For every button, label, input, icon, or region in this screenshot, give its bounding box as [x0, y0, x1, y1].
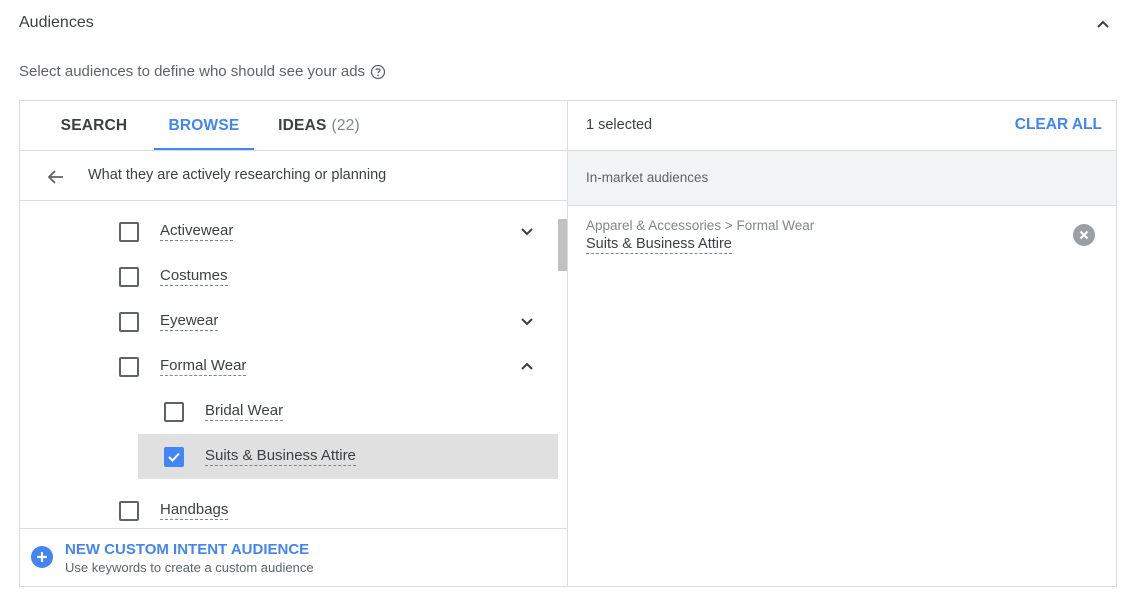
tab-ideas-count: (22)	[331, 116, 360, 134]
list-item-label: Activewear	[160, 222, 234, 241]
new-custom-intent-audience-button[interactable]: NEW CUSTOM INTENT AUDIENCE	[65, 541, 309, 558]
selected-item-path: Apparel & Accessories > Formal Wear	[586, 218, 815, 233]
checkbox[interactable]	[119, 501, 139, 521]
arrow-left-icon	[47, 170, 63, 184]
checkbox[interactable]	[119, 222, 139, 242]
selection-group-header: In-market audiences	[568, 151, 1116, 206]
list-item[interactable]: Handbags	[20, 488, 558, 528]
collapse-button[interactable]	[515, 354, 539, 378]
breadcrumb-label: What they are actively researching or pl…	[88, 167, 387, 183]
list-item[interactable]: Eyewear	[20, 299, 558, 344]
section-title: Audiences	[19, 14, 94, 31]
plus-circle-icon[interactable]	[31, 546, 53, 568]
tab-ideas[interactable]: IDEAS (22)	[266, 101, 372, 150]
list-item[interactable]: Formal Wear	[20, 344, 558, 389]
selected-item: Apparel & Accessories > Formal Wear Suit…	[568, 206, 1116, 266]
selection-panel: 1 selected CLEAR ALL In-market audiences…	[568, 101, 1116, 586]
tab-search-label: SEARCH	[60, 116, 128, 134]
tab-browse-label: BROWSE	[168, 116, 240, 134]
list-item[interactable]: Suits & Business Attire	[138, 434, 558, 479]
expand-button[interactable]	[515, 309, 539, 333]
help-circle-icon[interactable]	[370, 64, 386, 80]
remove-selection-button[interactable]	[1073, 224, 1095, 246]
list-item-label: Suits & Business Attire	[205, 447, 356, 466]
tab-browse[interactable]: BROWSE	[154, 101, 254, 150]
tab-bar: SEARCH BROWSE IDEAS (22)	[20, 101, 567, 151]
checkbox[interactable]	[119, 267, 139, 287]
check-icon	[168, 452, 180, 462]
selection-header: 1 selected CLEAR ALL	[568, 101, 1116, 151]
category-list[interactable]: Activewear Costumes Eyewear Formal Wear …	[20, 201, 567, 528]
scrollbar-thumb[interactable]	[558, 219, 567, 271]
list-item-label: Costumes	[160, 267, 228, 286]
list-item-label: Handbags	[160, 501, 229, 520]
expand-button[interactable]	[515, 219, 539, 243]
list-item[interactable]: Bridal Wear	[20, 389, 558, 434]
checkbox[interactable]	[164, 402, 184, 422]
list-item-label: Eyewear	[160, 312, 219, 331]
selected-item-name: Suits & Business Attire	[586, 236, 732, 254]
chevron-up-icon	[521, 362, 533, 370]
audience-picker: SEARCH BROWSE IDEAS (22) What they are ac…	[19, 100, 1117, 587]
list-item[interactable]: Costumes	[20, 254, 558, 299]
chevron-down-icon	[521, 318, 533, 326]
subtitle-text: Select audiences to define who should se…	[19, 63, 366, 80]
clear-all-button[interactable]: CLEAR ALL	[1015, 116, 1102, 134]
chevron-down-icon	[521, 228, 533, 236]
active-tab-indicator	[154, 148, 254, 150]
breadcrumb: What they are actively researching or pl…	[20, 151, 567, 201]
list-item-label: Bridal Wear	[205, 402, 284, 421]
close-circle-icon	[1079, 230, 1089, 240]
footer-subtitle: Use keywords to create a custom audience	[65, 560, 314, 575]
tab-ideas-label: IDEAS	[278, 116, 327, 134]
tab-search[interactable]: SEARCH	[36, 101, 152, 150]
back-button[interactable]	[44, 165, 68, 189]
list-item-label: Formal Wear	[160, 357, 247, 376]
checkbox[interactable]	[119, 357, 139, 377]
selected-count: 1 selected	[586, 117, 653, 133]
list-item[interactable]: Activewear	[20, 209, 558, 254]
section-subtitle: Select audiences to define who should se…	[19, 63, 386, 80]
collapse-section-button[interactable]	[1091, 12, 1115, 36]
checkbox[interactable]	[164, 447, 184, 467]
browse-panel: SEARCH BROWSE IDEAS (22) What they are ac…	[20, 101, 568, 586]
checkbox[interactable]	[119, 312, 139, 332]
selection-group-title: In-market audiences	[586, 170, 709, 185]
chevron-up-icon	[1097, 20, 1109, 28]
custom-intent-footer: NEW CUSTOM INTENT AUDIENCE Use keywords …	[20, 528, 567, 586]
